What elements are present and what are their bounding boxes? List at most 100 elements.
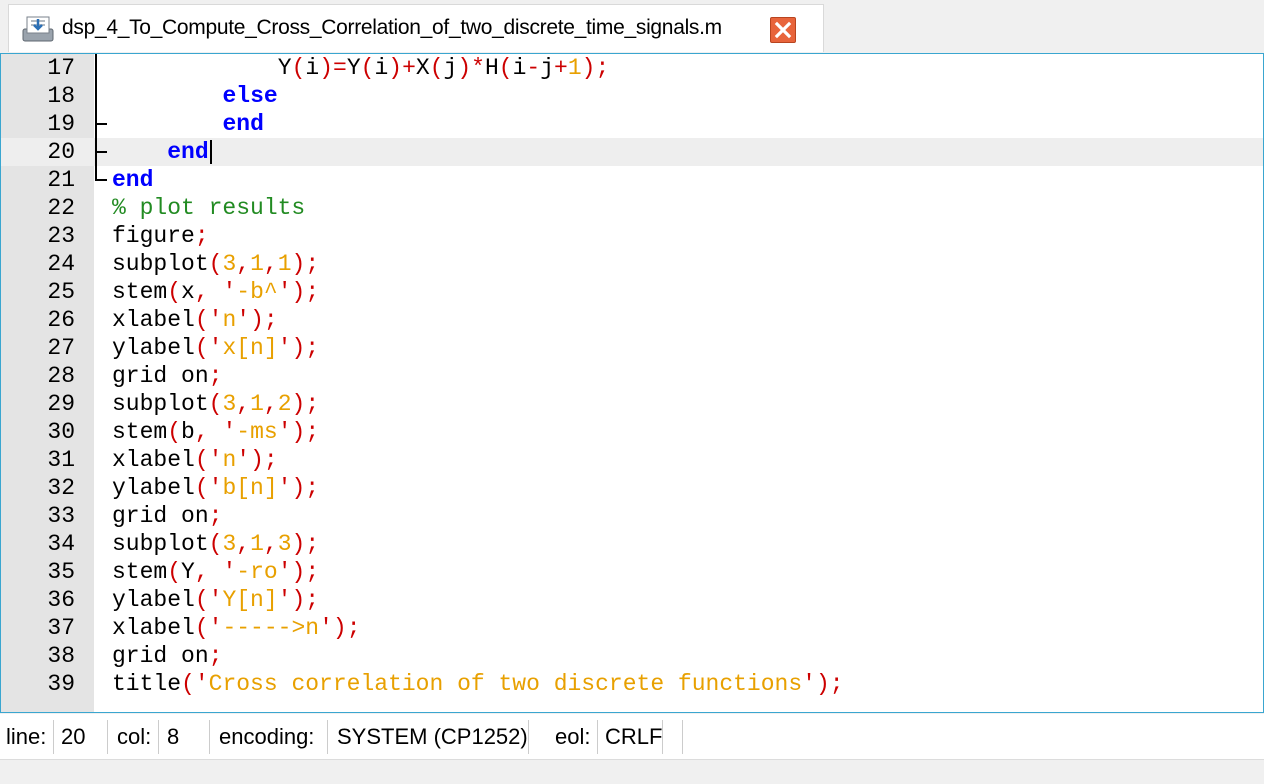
divider: [682, 720, 683, 754]
line-number: 18: [47, 83, 75, 109]
line-number: 37: [47, 615, 75, 641]
col-value: 8: [167, 724, 180, 749]
code-line[interactable]: 28 grid on;: [1, 362, 1263, 390]
code-line[interactable]: 31 xlabel('n');: [1, 446, 1263, 474]
divider: [53, 720, 54, 754]
line-number: 19: [47, 111, 75, 137]
line-value: 20: [61, 724, 86, 749]
divider: [597, 720, 598, 754]
code-text: grid on;: [112, 363, 223, 389]
line-number: 24: [47, 251, 75, 277]
line-number: 23: [47, 223, 75, 249]
code-text: xlabel('n');: [112, 447, 278, 473]
file-tab[interactable]: dsp_4_To_Compute_Cross_Correlation_of_tw…: [8, 4, 824, 52]
line-number: 32: [47, 475, 75, 501]
divider: [327, 720, 328, 754]
code-line[interactable]: 35 stem(Y, '-ro');: [1, 558, 1263, 586]
line-number: 26: [47, 307, 75, 333]
line-number: 27: [47, 335, 75, 361]
line-number: 36: [47, 587, 75, 613]
current-line-highlight: [110, 138, 1263, 166]
col-label: col:: [117, 724, 152, 749]
line-number: 25: [47, 279, 75, 305]
code-text: Y(i)=Y(i)+X(j)*H(i-j+1);: [277, 55, 610, 81]
code-line[interactable]: 21 end: [1, 166, 1263, 194]
code-line[interactable]: 17 Y(i)=Y(i)+X(j)*H(i-j+1);: [1, 54, 1263, 82]
code-line[interactable]: 34 subplot(3,1,3);: [1, 530, 1263, 558]
line-number: 38: [47, 643, 75, 669]
code-line[interactable]: 26 xlabel('n');: [1, 306, 1263, 334]
fold-end-marker: [95, 123, 107, 125]
code-line[interactable]: 23 figure;: [1, 222, 1263, 250]
code-line[interactable]: 19 end: [1, 110, 1263, 138]
divider: [107, 720, 108, 754]
line-number: 30: [47, 419, 75, 445]
code-text: xlabel('n');: [112, 307, 278, 333]
divider: [209, 720, 210, 754]
code-text: stem(x, '-b^');: [112, 279, 320, 305]
fold-end-marker: [95, 179, 107, 181]
line-number: 34: [47, 531, 75, 557]
code-editor[interactable]: 17 Y(i)=Y(i)+X(j)*H(i-j+1); 18 else 19 end…: [0, 53, 1264, 713]
code-text: stem(Y, '-ro');: [112, 559, 320, 585]
code-line[interactable]: 18 else: [1, 82, 1263, 110]
code-line[interactable]: 22 % plot results: [1, 194, 1263, 222]
text-cursor: [209, 139, 212, 164]
code-text: else: [222, 83, 278, 109]
divider: [528, 720, 529, 754]
code-line[interactable]: 32 ylabel('b[n]');: [1, 474, 1263, 502]
code-text: ylabel('Y[n]');: [112, 587, 320, 613]
line-number: 17: [47, 55, 75, 81]
code-text: end: [112, 138, 212, 166]
code-text: ylabel('x[n]');: [112, 335, 320, 361]
close-icon[interactable]: [770, 17, 796, 43]
divider: [662, 720, 663, 754]
line-label: line:: [6, 724, 47, 749]
line-number: 39: [47, 671, 75, 697]
encoding-label: encoding:: [219, 724, 315, 749]
line-number: 21: [47, 167, 75, 193]
divider: [158, 720, 159, 754]
code-line[interactable]: 36 ylabel('Y[n]');: [1, 586, 1263, 614]
code-line[interactable]: 27 ylabel('x[n]');: [1, 334, 1263, 362]
code-line[interactable]: 38 grid on;: [1, 642, 1263, 670]
code-text: grid on;: [112, 503, 223, 529]
encoding-value: SYSTEM (CP1252): [337, 724, 528, 749]
code-text: grid on;: [112, 643, 223, 669]
tab-title: dsp_4_To_Compute_Cross_Correlation_of_tw…: [62, 16, 722, 39]
line-number: 31: [47, 447, 75, 473]
code-text: ylabel('b[n]');: [112, 475, 320, 501]
code-text: xlabel('----->n');: [112, 615, 361, 641]
code-text: end: [112, 167, 154, 193]
line-number: 28: [47, 363, 75, 389]
code-text: figure;: [112, 223, 209, 249]
fold-line: [95, 54, 97, 180]
code-line[interactable]: 29 subplot(3,1,2);: [1, 390, 1263, 418]
code-text: subplot(3,1,3);: [112, 531, 320, 557]
code-line[interactable]: 33 grid on;: [1, 502, 1263, 530]
document-icon: [21, 15, 55, 43]
code-text: % plot results: [112, 195, 306, 221]
code-text: stem(b, '-ms');: [112, 419, 320, 445]
code-line[interactable]: 25 stem(x, '-b^');: [1, 278, 1263, 306]
line-number: 22: [47, 195, 75, 221]
line-number: 20: [47, 139, 75, 165]
code-text: title('Cross correlation of two discrete…: [112, 671, 844, 697]
code-line[interactable]: 37 xlabel('----->n');: [1, 614, 1263, 642]
line-number: 33: [47, 503, 75, 529]
code-text: subplot(3,1,2);: [112, 391, 320, 417]
line-number: 35: [47, 559, 75, 585]
code-line[interactable]: 30 stem(b, '-ms');: [1, 418, 1263, 446]
window-bottom-strip: [0, 760, 1264, 784]
tab-bar: dsp_4_To_Compute_Cross_Correlation_of_tw…: [0, 0, 1264, 52]
code-text: subplot(3,1,1);: [112, 251, 320, 277]
fold-end-marker: [95, 151, 107, 153]
eol-value: CRLF: [605, 724, 663, 749]
status-bar: line: 20 col: 8 encoding: SYSTEM (CP1252…: [0, 714, 1264, 760]
line-number: 29: [47, 391, 75, 417]
code-line[interactable]: 20 end: [1, 138, 1263, 166]
eol-label: eol:: [555, 724, 591, 749]
code-line[interactable]: 24 subplot(3,1,1);: [1, 250, 1263, 278]
code-line[interactable]: 39 title('Cross correlation of two discre…: [1, 670, 1263, 698]
code-text: end: [222, 111, 264, 137]
